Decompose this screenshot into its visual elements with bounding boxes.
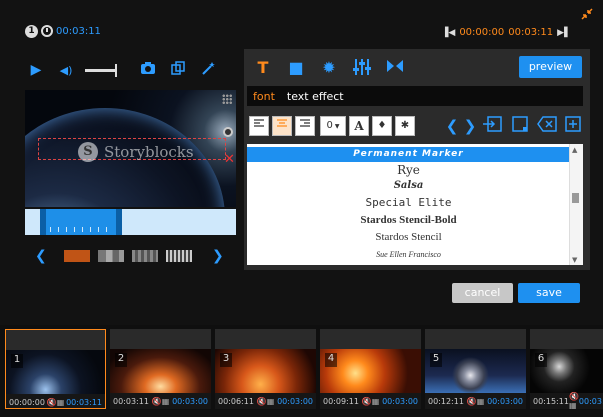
copy-icon[interactable] bbox=[167, 61, 189, 79]
clip-duration: 00:03:00 bbox=[487, 396, 523, 406]
scroll-down-icon[interactable]: ▼ bbox=[572, 256, 577, 264]
swatch-orange[interactable] bbox=[64, 250, 90, 262]
timeline-clip[interactable]: 4 00:09:11 🔇▦ 00:03:00 bbox=[320, 329, 421, 409]
clip-start-time: 00:00:00 bbox=[9, 397, 45, 407]
chevron-left-icon[interactable]: ❮ bbox=[35, 248, 47, 264]
scroll-up-icon[interactable]: ▲ bbox=[572, 146, 577, 154]
font-list[interactable]: Permanent Marker Rye Salsa Special Elite… bbox=[247, 144, 583, 265]
clip-duration: 00:03:11 bbox=[66, 397, 102, 407]
camera-icon[interactable] bbox=[137, 61, 159, 79]
effect-tool-icon[interactable]: ✹ bbox=[318, 58, 340, 78]
play-icon[interactable]: ▶ bbox=[25, 62, 47, 78]
clip-number: 1 bbox=[11, 354, 23, 368]
range-end: 00:03:11 bbox=[508, 27, 554, 38]
clip-number: 4 bbox=[325, 353, 337, 367]
add-text-icon[interactable] bbox=[562, 116, 584, 136]
font-item[interactable]: Stardos Stencil-Bold bbox=[247, 214, 570, 226]
font-list-scrollbar[interactable] bbox=[569, 144, 583, 265]
clip-duration: 00:03:00 bbox=[277, 396, 313, 406]
clip-number: 3 bbox=[220, 353, 232, 367]
rotate-handle-icon[interactable] bbox=[223, 127, 233, 137]
clip-index-badge: 1 bbox=[25, 25, 38, 38]
delete-text-icon[interactable] bbox=[536, 116, 558, 136]
volume-slider[interactable] bbox=[85, 63, 117, 77]
skip-to-end-icon[interactable]: ▶▌ bbox=[557, 28, 571, 38]
font-item[interactable]: Sue Ellen Francisco bbox=[247, 250, 570, 259]
scroll-thumb[interactable] bbox=[572, 193, 579, 203]
font-size-select[interactable]: 0 ▼ bbox=[320, 116, 346, 136]
swatch-gray[interactable] bbox=[98, 250, 124, 262]
trim-start-handle[interactable] bbox=[40, 209, 46, 235]
swatch-stripe[interactable] bbox=[132, 250, 158, 262]
collapse-icon[interactable] bbox=[581, 8, 593, 20]
text-color-button[interactable]: A bbox=[349, 116, 369, 136]
font-item[interactable]: Special Elite bbox=[247, 196, 570, 209]
time-range: ▐◀ 00:00:00 00:03:11 ▶▌ bbox=[441, 27, 571, 38]
clip-start-time: 00:09:11 bbox=[323, 396, 359, 406]
flip-tool-icon[interactable] bbox=[384, 58, 406, 78]
timeline-clip[interactable]: 1 00:00:00 🔇▦ 00:03:11 bbox=[5, 329, 106, 409]
clip-number: 6 bbox=[535, 353, 547, 367]
watermark: S Storyblocks bbox=[78, 142, 194, 162]
preview-button[interactable]: preview bbox=[519, 56, 582, 78]
clip-audio-icon[interactable]: 🔇▦ bbox=[257, 397, 275, 406]
magic-wand-icon[interactable] bbox=[197, 61, 219, 79]
clip-number: 2 bbox=[115, 353, 127, 367]
skip-to-start-icon[interactable]: ▐◀ bbox=[441, 28, 455, 38]
shape-tool-icon[interactable]: ■ bbox=[285, 58, 307, 78]
clip-duration: 00:03:00 bbox=[172, 396, 208, 406]
clip-audio-icon[interactable]: 🔇▦ bbox=[362, 397, 380, 406]
frame-icon[interactable] bbox=[509, 116, 531, 136]
clip-audio-icon[interactable]: 🔇▦ bbox=[47, 398, 65, 407]
enter-icon[interactable] bbox=[481, 116, 503, 136]
watermark-logo-icon: S bbox=[78, 142, 98, 162]
clip-start-time: 00:06:11 bbox=[218, 396, 254, 406]
clip-audio-icon[interactable]: 🔇▦ bbox=[467, 397, 485, 406]
range-start: 00:00:00 bbox=[459, 27, 505, 38]
clip-start-time: 00:12:11 bbox=[428, 396, 464, 406]
elapsed-time: 00:03:11 bbox=[56, 26, 101, 37]
text-tool-icon[interactable]: T bbox=[252, 58, 274, 78]
clip-audio-icon[interactable]: 🔇▦ bbox=[152, 397, 170, 406]
font-item[interactable]: Stardos Stencil bbox=[247, 231, 570, 243]
chevron-right-icon[interactable]: ❯ bbox=[212, 248, 224, 264]
watermark-text: Storyblocks bbox=[104, 143, 194, 161]
tab-font[interactable]: font bbox=[253, 90, 275, 103]
font-item[interactable]: Rye bbox=[247, 163, 570, 177]
trim-end-handle[interactable] bbox=[116, 209, 122, 235]
align-center-button[interactable] bbox=[272, 116, 292, 136]
font-item[interactable]: Salsa bbox=[247, 180, 570, 191]
clip-start-time: 00:03:11 bbox=[113, 396, 149, 406]
align-right-button[interactable] bbox=[295, 116, 315, 136]
timeline-clip[interactable]: 5 00:12:11 🔇▦ 00:03:00 bbox=[425, 329, 526, 409]
clock-icon bbox=[41, 25, 53, 37]
timeline-clip[interactable]: 2 00:03:11 🔇▦ 00:03:00 bbox=[110, 329, 211, 409]
clip-duration: 00:03:00 bbox=[382, 396, 418, 406]
clip-number: 5 bbox=[430, 353, 442, 367]
swatch-bars[interactable] bbox=[166, 250, 192, 262]
grid-icon[interactable] bbox=[222, 94, 232, 104]
tab-text-effect[interactable]: text effect bbox=[287, 90, 344, 103]
clip-audio-icon[interactable]: 🔇▦ bbox=[569, 392, 579, 409]
font-item-selected[interactable]: Permanent Marker bbox=[247, 147, 570, 162]
timeline-clip[interactable]: 6 00:15:11 🔇▦ 00:03:00 bbox=[530, 329, 603, 409]
save-button[interactable]: save bbox=[518, 283, 580, 303]
clip-duration: 00:03:00 bbox=[578, 396, 603, 406]
player-controls: ▶ ◀) bbox=[25, 56, 240, 84]
trim-selection[interactable] bbox=[40, 209, 120, 235]
remove-overlay-icon[interactable]: ✕ bbox=[224, 152, 235, 167]
volume-icon[interactable]: ◀) bbox=[55, 64, 77, 77]
timeline-clip[interactable]: 3 00:06:11 🔇▦ 00:03:00 bbox=[215, 329, 316, 409]
clip-start-time: 00:15:11 bbox=[533, 396, 569, 406]
fill-drop-button[interactable]: ♦ bbox=[372, 116, 392, 136]
align-left-button[interactable] bbox=[249, 116, 269, 136]
cancel-button[interactable]: cancel bbox=[452, 283, 513, 303]
move-right-icon[interactable]: ❯ bbox=[459, 116, 481, 136]
special-button[interactable]: ✱ bbox=[395, 116, 415, 136]
adjust-tool-icon[interactable] bbox=[351, 58, 373, 78]
editor-tabs: font text effect bbox=[247, 86, 583, 106]
